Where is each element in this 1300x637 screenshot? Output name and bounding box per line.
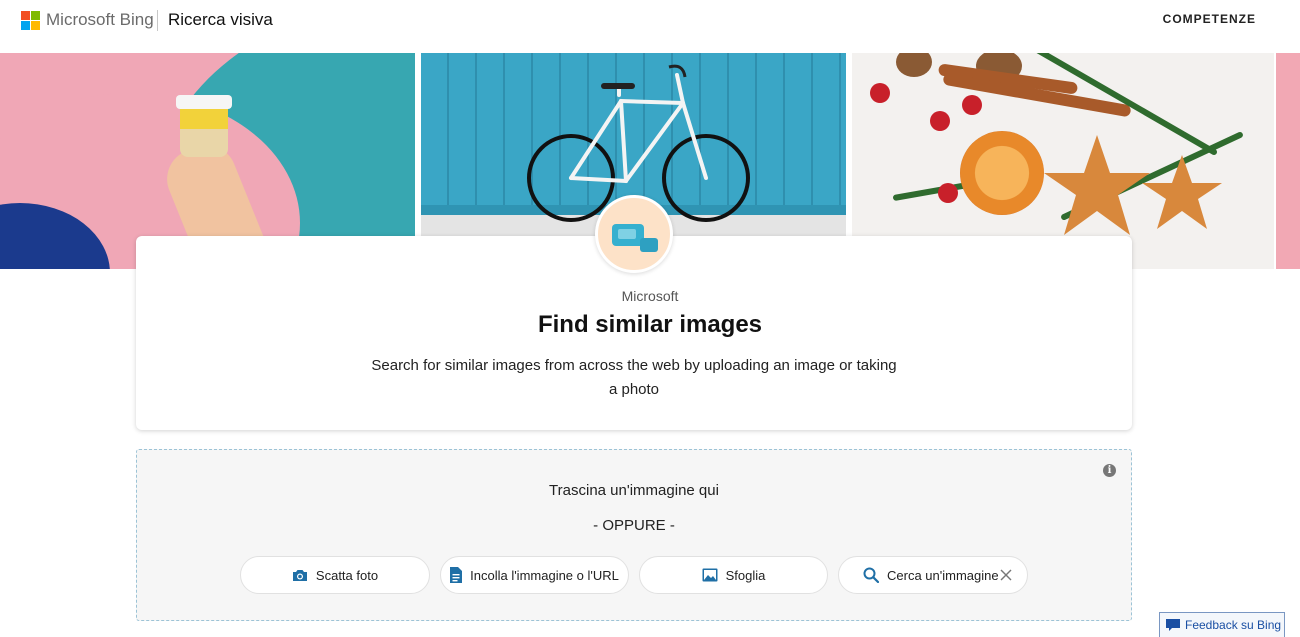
brand-name[interactable]: Microsoft Bing [46,10,154,30]
page-description: Search for similar images from across th… [371,357,897,398]
close-icon[interactable] [999,568,1013,582]
logo-square-yellow [31,21,40,30]
browse-label: Sfoglia [725,567,766,583]
browse-button[interactable]: Sfoglia [639,556,828,594]
info-icon[interactable]: i [1103,464,1116,477]
page-title: Find similar images [537,311,763,338]
feedback-button[interactable]: Feedback su Bing [1159,612,1285,637]
feedback-label: Feedback su Bing [1185,618,1282,632]
paste-image-url-button[interactable]: Incolla l'immagine o l'URL [440,556,629,594]
top-header: Microsoft Bing Ricerca visiva COMPETENZE [0,0,1300,42]
camera-icon [292,570,307,581]
hero-image-partial [1276,53,1300,269]
image-search-icon [595,195,673,273]
competenze-link[interactable]: COMPETENZE [1163,12,1256,26]
logo-square-blue [21,21,30,30]
publisher-label: Microsoft [621,288,679,304]
microsoft-logo-icon[interactable] [21,11,40,30]
paste-image-url-label: Incolla l'immagine o l'URL [470,567,619,583]
chat-bubble-icon [1166,619,1180,631]
search-image-button[interactable]: Cerca un'immagine [838,556,1028,594]
logo-square-green [31,11,40,20]
or-separator: - OPPURE - [593,517,675,534]
drag-instruction: Trascina un'immagine qui [549,482,719,499]
take-photo-button[interactable]: Scatta foto [240,556,430,594]
image-dropzone[interactable] [136,449,1132,621]
take-photo-label: Scatta foto [315,567,379,583]
search-image-label: Cerca un'immagine [887,567,999,583]
document-icon [450,567,463,583]
image-icon [702,568,718,582]
search-icon [863,567,879,583]
product-name[interactable]: Ricerca visiva [168,10,273,30]
header-divider [157,10,158,31]
logo-square-red [21,11,30,20]
